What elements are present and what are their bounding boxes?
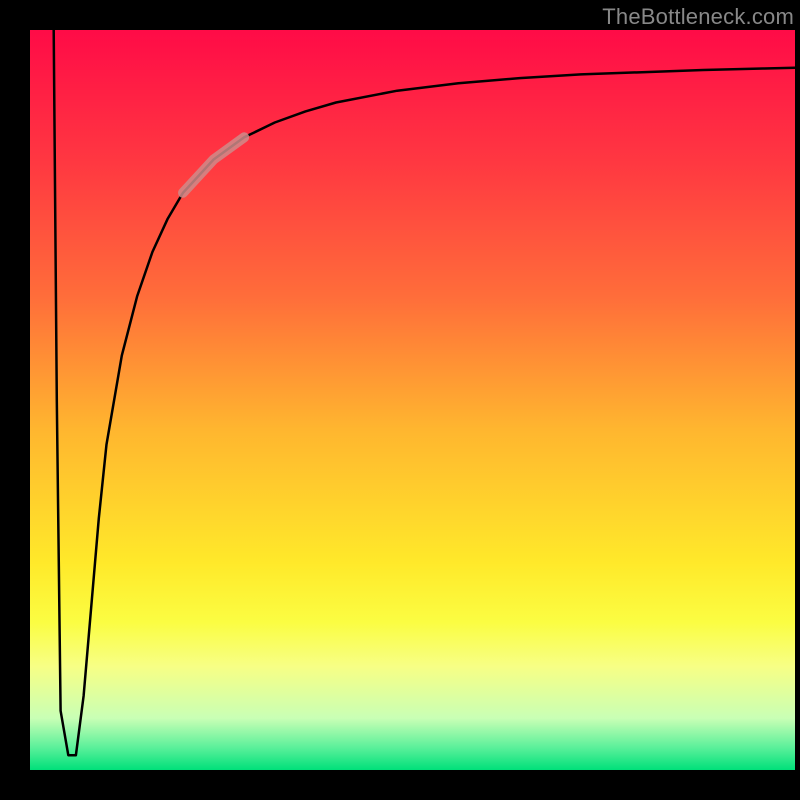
figure-frame: TheBottleneck.com <box>0 0 800 800</box>
bottleneck-chart <box>0 0 800 800</box>
plot-background <box>30 30 795 770</box>
